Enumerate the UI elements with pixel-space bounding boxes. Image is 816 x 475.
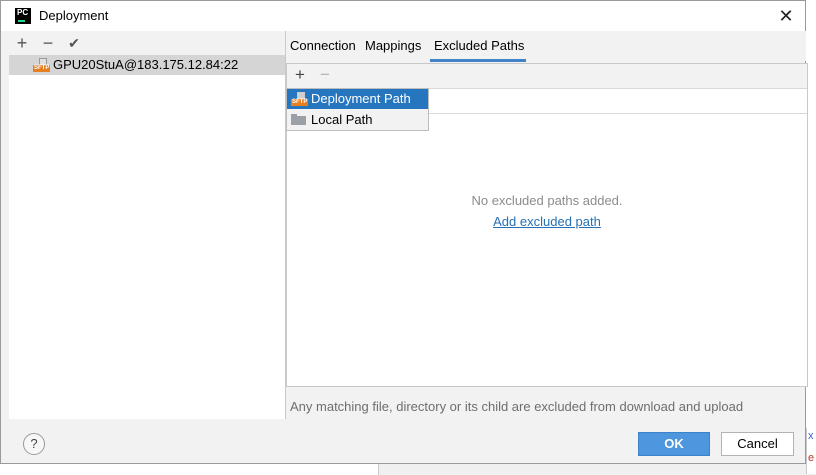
title-bar: PC Deployment ✕ <box>1 1 805 31</box>
menu-item-local-path[interactable]: Local Path <box>287 110 428 130</box>
background-window-edge: x e <box>806 428 816 474</box>
add-excluded-path-link[interactable]: Add excluded path <box>493 214 601 229</box>
excluded-paths-toolbar: + − <box>287 64 807 89</box>
folder-icon <box>291 114 306 125</box>
server-list-item[interactable]: SFTP GPU20StuA@183.175.12.84:22 <box>9 55 285 75</box>
tab-bar: Connection Mappings Excluded Paths <box>286 31 806 61</box>
set-default-check-icon[interactable]: ✔ <box>65 33 83 53</box>
sftp-icon-label: SFTP <box>291 99 309 106</box>
sftp-icon: SFTP <box>33 58 51 72</box>
remove-server-button[interactable]: − <box>39 33 57 53</box>
ok-button[interactable]: OK <box>638 432 710 456</box>
excluded-paths-hint: Any matching file, directory or its chil… <box>290 399 744 414</box>
tab-connection[interactable]: Connection <box>290 38 356 53</box>
close-button[interactable]: ✕ <box>775 5 797 27</box>
help-button[interactable]: ? <box>23 433 45 455</box>
add-server-button[interactable]: + <box>13 33 31 53</box>
add-path-popup-menu: SFTP Deployment Path Local Path <box>286 88 429 131</box>
server-list-toolbar: + − ✔ <box>9 31 285 55</box>
cancel-button[interactable]: Cancel <box>721 432 794 456</box>
sftp-icon: SFTP <box>291 92 309 106</box>
server-label: GPU20StuA@183.175.12.84:22 <box>53 57 239 72</box>
pycharm-app-icon: PC <box>15 8 31 24</box>
empty-state-link-container: Add excluded path <box>287 214 807 229</box>
tab-excluded-paths[interactable]: Excluded Paths <box>434 38 524 53</box>
menu-item-deployment-path[interactable]: SFTP Deployment Path <box>287 89 428 109</box>
menu-item-label: Deployment Path <box>311 91 411 106</box>
background-text-fragment: x <box>808 430 814 442</box>
server-list-panel: + − ✔ SFTP GPU20StuA@183.175.12.84:22 <box>9 31 286 419</box>
empty-state-message: No excluded paths added. <box>471 193 623 208</box>
sftp-icon-label: SFTP <box>33 65 51 72</box>
tab-mappings[interactable]: Mappings <box>365 38 421 53</box>
app-icon-text: PC <box>17 8 29 17</box>
deployment-dialog: PC Deployment ✕ + − ✔ SFTP GPU20StuA@183… <box>0 0 808 464</box>
background-text-fragment: e <box>808 452 815 464</box>
active-tab-indicator <box>430 59 526 62</box>
add-excluded-path-button[interactable]: + <box>291 65 309 85</box>
dialog-title: Deployment <box>39 8 109 23</box>
remove-excluded-path-button[interactable]: − <box>316 65 334 85</box>
menu-item-label: Local Path <box>311 112 373 127</box>
